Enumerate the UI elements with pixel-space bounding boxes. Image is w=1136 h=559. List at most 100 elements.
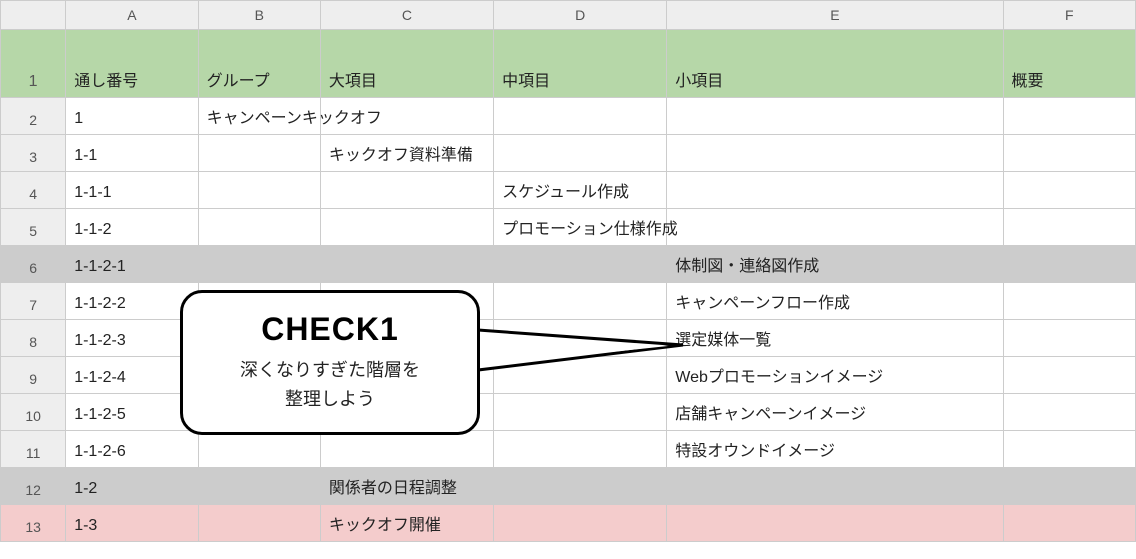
- cell[interactable]: 1-1-2-1: [66, 246, 198, 283]
- cell[interactable]: [198, 505, 320, 542]
- cell[interactable]: [1003, 135, 1135, 172]
- cell[interactable]: 1-1-2-5: [66, 394, 198, 431]
- cell[interactable]: キックオフ開催: [320, 505, 493, 542]
- cell[interactable]: [494, 246, 667, 283]
- cell[interactable]: [667, 505, 1003, 542]
- cell[interactable]: 1-1-2-6: [66, 431, 198, 468]
- cell[interactable]: [1003, 357, 1135, 394]
- cell[interactable]: [1003, 172, 1135, 209]
- row-header[interactable]: 13: [1, 505, 66, 542]
- cell[interactable]: [320, 431, 493, 468]
- cell[interactable]: [494, 505, 667, 542]
- cell[interactable]: 体制図・連絡図作成: [667, 246, 1003, 283]
- cell[interactable]: [494, 431, 667, 468]
- callout-subtitle: 深くなりすぎた階層を 整理しよう: [203, 356, 457, 414]
- row-header[interactable]: 4: [1, 172, 66, 209]
- cell[interactable]: [667, 209, 1003, 246]
- table-row: 91-1-2-4 Webプロモーションイメージ: [1, 357, 1136, 394]
- cell[interactable]: [667, 135, 1003, 172]
- col-header-B[interactable]: B: [198, 1, 320, 30]
- cell[interactable]: 1: [66, 98, 198, 135]
- callout-sub1: 深くなりすぎた階層を: [240, 360, 420, 380]
- cell[interactable]: [1003, 468, 1135, 505]
- cell[interactable]: 1-1-2-4: [66, 357, 198, 394]
- cell[interactable]: キャンペーンキックオフ: [198, 98, 320, 135]
- cell[interactable]: [1003, 246, 1135, 283]
- row-header[interactable]: 2: [1, 98, 66, 135]
- cell[interactable]: [198, 209, 320, 246]
- cell[interactable]: [667, 98, 1003, 135]
- cell[interactable]: 1-1-1: [66, 172, 198, 209]
- cell[interactable]: [198, 172, 320, 209]
- cell[interactable]: [494, 320, 667, 357]
- row-header[interactable]: 5: [1, 209, 66, 246]
- cell[interactable]: 関係者の日程調整: [320, 468, 493, 505]
- col-header-C[interactable]: C: [320, 1, 493, 30]
- cell[interactable]: [320, 172, 493, 209]
- cell[interactable]: [494, 394, 667, 431]
- cell[interactable]: [198, 431, 320, 468]
- select-all-corner[interactable]: [1, 1, 66, 30]
- cell[interactable]: 店舗キャンペーンイメージ: [667, 394, 1003, 431]
- row-header[interactable]: 3: [1, 135, 66, 172]
- row-header[interactable]: 10: [1, 394, 66, 431]
- cell[interactable]: 特設オウンドイメージ: [667, 431, 1003, 468]
- cell[interactable]: [1003, 98, 1135, 135]
- cell[interactable]: 概要: [1003, 30, 1135, 98]
- col-header-F[interactable]: F: [1003, 1, 1135, 30]
- cell[interactable]: [494, 357, 667, 394]
- cell[interactable]: [667, 172, 1003, 209]
- col-header-D[interactable]: D: [494, 1, 667, 30]
- cell[interactable]: [1003, 209, 1135, 246]
- cell[interactable]: [494, 468, 667, 505]
- cell[interactable]: Webプロモーションイメージ: [667, 357, 1003, 394]
- table-row: 61-1-2-1 体制図・連絡図作成: [1, 246, 1136, 283]
- row-header[interactable]: 1: [1, 30, 66, 98]
- table-row: 81-1-2-3 選定媒体一覧: [1, 320, 1136, 357]
- row-header[interactable]: 12: [1, 468, 66, 505]
- cell[interactable]: 選定媒体一覧: [667, 320, 1003, 357]
- cell[interactable]: [494, 283, 667, 320]
- cell[interactable]: [320, 246, 493, 283]
- table-row: 41-1-1 スケジュール作成: [1, 172, 1136, 209]
- cell[interactable]: 1-2: [66, 468, 198, 505]
- cell[interactable]: 大項目: [320, 30, 493, 98]
- cell[interactable]: 1-1-2-2: [66, 283, 198, 320]
- cell[interactable]: [320, 209, 493, 246]
- cell[interactable]: [1003, 320, 1135, 357]
- cell[interactable]: [1003, 283, 1135, 320]
- cell[interactable]: キャンペーンフロー作成: [667, 283, 1003, 320]
- cell[interactable]: スケジュール作成: [494, 172, 667, 209]
- cell[interactable]: [198, 246, 320, 283]
- cell[interactable]: 1-3: [66, 505, 198, 542]
- cell[interactable]: キックオフ資料準備: [320, 135, 493, 172]
- cell[interactable]: [1003, 394, 1135, 431]
- row-header[interactable]: 8: [1, 320, 66, 357]
- cell[interactable]: [198, 135, 320, 172]
- table-row: 31-1 キックオフ資料準備: [1, 135, 1136, 172]
- row-header[interactable]: 9: [1, 357, 66, 394]
- cell[interactable]: グループ: [198, 30, 320, 98]
- spreadsheet-grid[interactable]: A B C D E F 1通し番号グループ大項目中項目小項目概要21キャンペーン…: [0, 0, 1136, 542]
- cell[interactable]: 中項目: [494, 30, 667, 98]
- row-header[interactable]: 6: [1, 246, 66, 283]
- col-header-A[interactable]: A: [66, 1, 198, 30]
- cell[interactable]: プロモーション仕様作成: [494, 209, 667, 246]
- col-header-E[interactable]: E: [667, 1, 1003, 30]
- cell[interactable]: [494, 135, 667, 172]
- table-row: 1通し番号グループ大項目中項目小項目概要: [1, 30, 1136, 98]
- column-header-row: A B C D E F: [1, 1, 1136, 30]
- table-row: 131-3 キックオフ開催: [1, 505, 1136, 542]
- cell[interactable]: [1003, 431, 1135, 468]
- cell[interactable]: 1-1-2-3: [66, 320, 198, 357]
- row-header[interactable]: 11: [1, 431, 66, 468]
- cell[interactable]: [198, 468, 320, 505]
- cell[interactable]: 小項目: [667, 30, 1003, 98]
- cell[interactable]: [494, 98, 667, 135]
- cell[interactable]: [667, 468, 1003, 505]
- cell[interactable]: 1-1: [66, 135, 198, 172]
- cell[interactable]: 1-1-2: [66, 209, 198, 246]
- cell[interactable]: 通し番号: [66, 30, 198, 98]
- cell[interactable]: [1003, 505, 1135, 542]
- row-header[interactable]: 7: [1, 283, 66, 320]
